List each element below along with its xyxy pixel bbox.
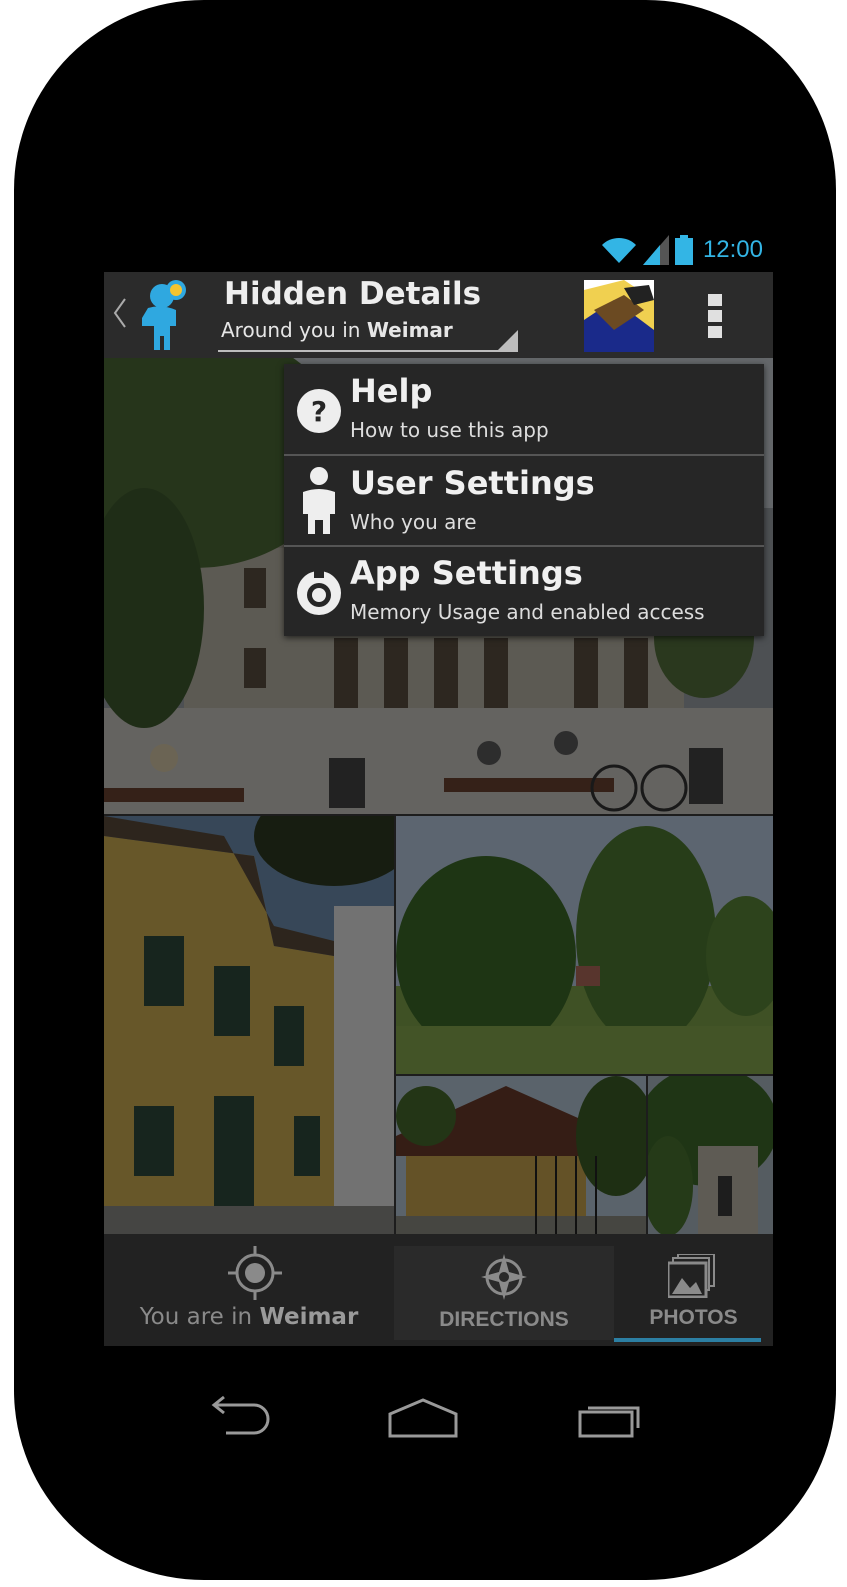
up-caret-icon[interactable] — [112, 296, 128, 330]
tab-bar: You are in Weimar DIRECTIONS PHOTOS — [104, 1234, 773, 1346]
compass-icon — [481, 1254, 527, 1300]
menu-item-subtitle: How to use this app — [350, 418, 549, 442]
tab-location[interactable]: You are in Weimar — [104, 1234, 394, 1346]
status-bar: 12:00 — [104, 228, 773, 272]
photo-park[interactable] — [396, 816, 773, 1074]
wifi-icon — [601, 237, 636, 263]
photo-cottage[interactable] — [396, 1076, 646, 1234]
tab-selected-indicator — [614, 1338, 761, 1342]
menu-item-help[interactable]: ? Help How to use this app — [284, 364, 764, 452]
tab-photos-label: PHOTOS — [649, 1306, 738, 1329]
spinner-prefix: Around you in — [221, 318, 361, 342]
menu-item-app-settings[interactable]: App Settings Memory Usage and enabled ac… — [284, 546, 764, 634]
app-title: Hidden Details — [224, 276, 482, 312]
overflow-menu: ? Help How to use this app User Settings… — [284, 364, 764, 636]
location-prefix: You are in — [139, 1304, 253, 1330]
battery-icon — [674, 235, 693, 265]
location-city: Weimar — [259, 1304, 359, 1330]
gear-icon — [297, 570, 341, 615]
tab-directions-label: DIRECTIONS — [439, 1308, 569, 1331]
tab-photos[interactable]: PHOTOS — [614, 1234, 773, 1346]
photo-yellow-house[interactable] — [104, 816, 394, 1234]
spinner-underline — [218, 350, 518, 352]
back-icon[interactable] — [204, 1395, 270, 1435]
screen: 12:00 Hidden Details Around you in Weima… — [104, 228, 773, 1346]
overflow-menu-icon[interactable] — [708, 294, 722, 338]
svg-text:?: ? — [311, 395, 327, 428]
spinner-arrow-icon — [496, 330, 518, 352]
menu-item-title: User Settings — [350, 464, 595, 502]
action-bar: Hidden Details Around you in Weimar — [104, 272, 773, 358]
person-pin-icon[interactable] — [136, 278, 196, 352]
menu-item-user-settings[interactable]: User Settings Who you are — [284, 456, 764, 544]
phone-frame: 12:00 Hidden Details Around you in Weima… — [14, 0, 836, 1580]
menu-item-subtitle: Memory Usage and enabled access — [350, 600, 705, 624]
signal-icon — [642, 235, 669, 265]
user-icon — [303, 467, 335, 534]
help-icon: ? — [297, 389, 341, 433]
clock: 12:00 — [702, 236, 763, 263]
home-icon[interactable] — [388, 1398, 458, 1438]
photo-ivy-ruin[interactable] — [648, 1076, 773, 1234]
menu-item-title: App Settings — [350, 554, 583, 592]
photos-icon — [668, 1254, 715, 1298]
location-target-icon — [228, 1246, 282, 1300]
location-thumbnail[interactable] — [584, 280, 654, 352]
spinner-city: Weimar — [366, 318, 453, 342]
menu-item-title: Help — [350, 372, 433, 410]
tab-directions[interactable]: DIRECTIONS — [394, 1246, 614, 1340]
recents-icon[interactable] — [578, 1400, 644, 1440]
location-spinner[interactable]: Around you in Weimar — [221, 318, 453, 342]
menu-item-subtitle: Who you are — [350, 510, 477, 534]
